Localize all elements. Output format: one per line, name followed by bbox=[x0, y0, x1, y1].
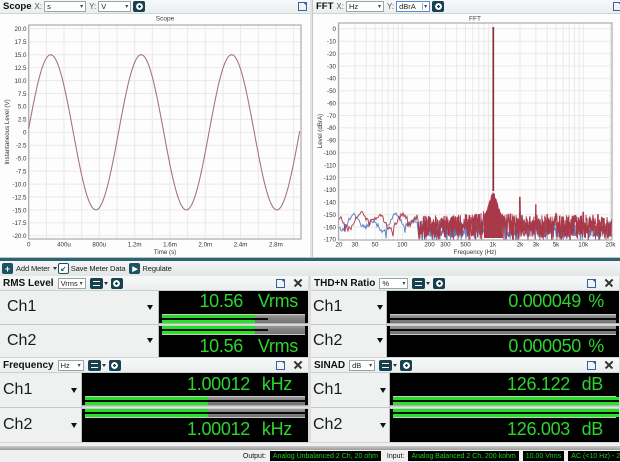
svg-text:800u: 800u bbox=[92, 242, 106, 249]
svg-text:20k: 20k bbox=[606, 242, 617, 249]
svg-text:17.5: 17.5 bbox=[14, 39, 27, 46]
svg-text:Scope: Scope bbox=[156, 16, 175, 23]
svg-text:-30: -30 bbox=[327, 63, 337, 70]
svg-text:-15.0: -15.0 bbox=[12, 207, 27, 214]
svg-text:-10: -10 bbox=[327, 39, 337, 46]
svg-text:400u: 400u bbox=[57, 242, 71, 249]
svg-text:-10.0: -10.0 bbox=[12, 181, 27, 188]
svg-text:0: 0 bbox=[23, 130, 27, 137]
svg-text:-2.5: -2.5 bbox=[16, 143, 27, 150]
svg-text:-5.0: -5.0 bbox=[16, 156, 27, 163]
svg-text:-20.0: -20.0 bbox=[12, 233, 27, 240]
svg-text:7.5: 7.5 bbox=[18, 91, 27, 98]
svg-text:Time (s): Time (s) bbox=[154, 249, 176, 256]
svg-text:-90: -90 bbox=[327, 138, 337, 145]
svg-text:1.2m: 1.2m bbox=[128, 242, 142, 249]
svg-text:50: 50 bbox=[372, 242, 379, 249]
svg-text:-17.5: -17.5 bbox=[12, 220, 27, 227]
svg-text:-20: -20 bbox=[327, 51, 337, 58]
svg-text:-40: -40 bbox=[327, 76, 337, 83]
svg-text:2.4m: 2.4m bbox=[234, 242, 248, 249]
svg-text:-50: -50 bbox=[327, 88, 337, 95]
svg-text:-70: -70 bbox=[327, 113, 337, 120]
svg-text:2.0m: 2.0m bbox=[198, 242, 212, 249]
svg-text:1k: 1k bbox=[490, 242, 497, 249]
svg-text:Level (dBrA): Level (dBrA) bbox=[317, 114, 324, 148]
svg-text:FFT: FFT bbox=[469, 16, 481, 23]
svg-text:10k: 10k bbox=[578, 242, 589, 249]
svg-text:-60: -60 bbox=[327, 100, 337, 107]
svg-text:30: 30 bbox=[351, 242, 358, 249]
svg-text:-110: -110 bbox=[324, 162, 336, 169]
svg-text:5k: 5k bbox=[553, 242, 560, 249]
svg-text:100: 100 bbox=[397, 242, 408, 249]
svg-text:500: 500 bbox=[460, 242, 471, 249]
svg-text:200: 200 bbox=[424, 242, 435, 249]
svg-text:10.0: 10.0 bbox=[14, 78, 27, 85]
svg-text:5.0: 5.0 bbox=[18, 104, 27, 111]
svg-text:-120: -120 bbox=[324, 175, 337, 182]
svg-text:-130: -130 bbox=[324, 187, 337, 194]
svg-text:1.6m: 1.6m bbox=[163, 242, 177, 249]
svg-text:20.0: 20.0 bbox=[14, 26, 27, 33]
svg-text:-150: -150 bbox=[324, 212, 337, 219]
svg-text:15.0: 15.0 bbox=[14, 52, 27, 59]
svg-text:3k: 3k bbox=[533, 242, 540, 249]
svg-text:-80: -80 bbox=[327, 125, 337, 132]
svg-text:-140: -140 bbox=[324, 200, 337, 207]
svg-text:-7.5: -7.5 bbox=[16, 168, 27, 175]
svg-text:Frequency (Hz): Frequency (Hz) bbox=[454, 249, 497, 256]
svg-text:20: 20 bbox=[336, 242, 343, 249]
svg-text:Instantaneous Level (V): Instantaneous Level (V) bbox=[4, 99, 11, 164]
svg-text:2k: 2k bbox=[517, 242, 524, 249]
svg-text:-160: -160 bbox=[324, 224, 337, 231]
svg-text:2.8m: 2.8m bbox=[269, 242, 283, 249]
svg-text:-12.5: -12.5 bbox=[12, 194, 27, 201]
svg-text:300: 300 bbox=[440, 242, 451, 249]
svg-text:12.5: 12.5 bbox=[14, 65, 27, 72]
svg-text:0: 0 bbox=[333, 26, 337, 33]
svg-text:0: 0 bbox=[27, 242, 31, 249]
svg-text:2.5: 2.5 bbox=[18, 117, 27, 124]
svg-text:-100: -100 bbox=[324, 150, 337, 157]
